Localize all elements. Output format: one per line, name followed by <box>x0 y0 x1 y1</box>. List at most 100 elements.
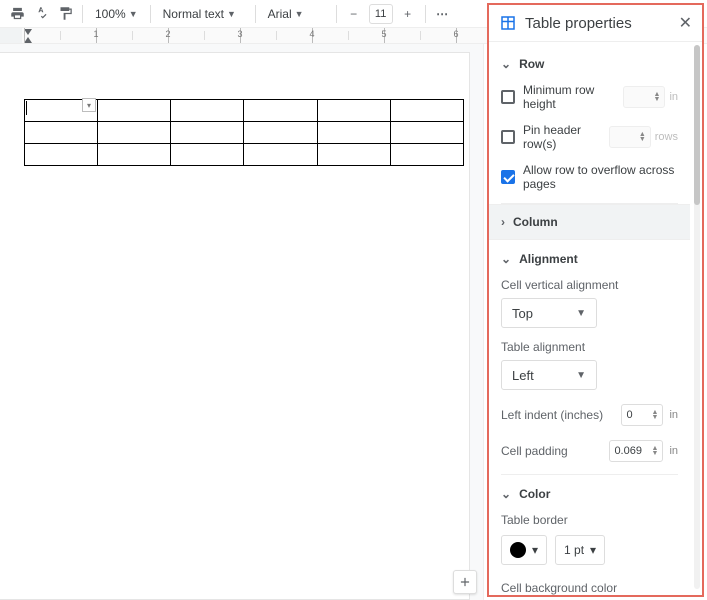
pin-header-checkbox[interactable] <box>501 130 515 144</box>
min-height-stepper[interactable]: ▲▼ <box>623 86 665 108</box>
decrease-font-size-button[interactable]: − <box>343 3 365 25</box>
table-cell[interactable] <box>98 100 171 122</box>
paragraph-style-combo[interactable]: Normal text ▼ <box>157 3 249 25</box>
section-column-title: Column <box>513 215 558 229</box>
row-min-height: Minimum row height ▲▼ in <box>501 83 678 111</box>
table-cell[interactable] <box>317 144 390 166</box>
section-color: ⌄ Color Table border ▾ 1 pt ▾ Cell backg… <box>501 475 678 595</box>
table-cell[interactable] <box>171 144 244 166</box>
cell-padding-value: 0.069 <box>614 445 642 457</box>
table-row[interactable] <box>25 144 464 166</box>
chevron-down-icon: ⌄ <box>501 57 511 71</box>
ruler-tick-minor <box>348 31 349 40</box>
table-cell[interactable] <box>98 122 171 144</box>
table-alignment-select[interactable]: Left ▼ <box>501 360 597 390</box>
table-properties-panel: Table properties ✕ ⌄ Row Minimum row hei… <box>487 3 704 597</box>
font-size-stepper: − 11 + <box>343 3 419 25</box>
table-alignment-value: Left <box>512 368 534 383</box>
section-alignment-title: Alignment <box>519 252 578 266</box>
pin-header-stepper[interactable]: ▲▼ <box>609 126 651 148</box>
section-column-header[interactable]: › Column <box>489 204 690 240</box>
table-cell[interactable] <box>25 144 98 166</box>
chevron-right-icon: › <box>501 215 505 229</box>
table-cell[interactable] <box>390 100 463 122</box>
chevron-down-icon: ⌄ <box>501 252 511 266</box>
section-alignment-header[interactable]: ⌄ Alignment <box>501 252 678 266</box>
border-color-button[interactable]: ▾ <box>501 535 547 565</box>
table-cell[interactable] <box>244 144 317 166</box>
text-caret <box>26 101 27 115</box>
min-height-label: Minimum row height <box>523 83 615 111</box>
left-indent-label: Left indent (inches) <box>501 408 603 422</box>
table-alignment-label: Table alignment <box>501 340 678 354</box>
left-indent-stepper[interactable]: 0 ▲▼ <box>621 404 663 426</box>
zoom-combo[interactable]: 100% ▼ <box>89 3 144 25</box>
toolbar-separator <box>336 5 337 23</box>
table-cell[interactable] <box>98 144 171 166</box>
font-value: Arial <box>268 7 292 21</box>
table-border-label: Table border <box>501 513 678 527</box>
font-size-value[interactable]: 11 <box>369 4 393 24</box>
table-cell-handle[interactable]: ▾ <box>82 98 96 112</box>
table-cell[interactable] <box>317 100 390 122</box>
border-width-value: 1 pt <box>564 543 584 557</box>
table-cell[interactable] <box>171 100 244 122</box>
section-row-header[interactable]: ⌄ Row <box>501 57 678 71</box>
table-cell[interactable] <box>390 122 463 144</box>
left-indent-unit: in <box>669 409 678 421</box>
section-alignment: ⌄ Alignment Cell vertical alignment Top … <box>501 240 678 475</box>
cell-vertical-alignment-label: Cell vertical alignment <box>501 278 678 292</box>
spellcheck-icon[interactable] <box>30 3 52 25</box>
table-cell[interactable] <box>171 122 244 144</box>
ruler-tick-minor <box>276 31 277 40</box>
border-width-button[interactable]: 1 pt ▾ <box>555 535 605 565</box>
cell-padding-row: Cell padding 0.069 ▲▼ in <box>501 440 678 462</box>
chevron-down-icon: ▼ <box>129 9 138 19</box>
paint-format-icon[interactable] <box>54 3 76 25</box>
section-row-title: Row <box>519 57 544 71</box>
table-cell[interactable] <box>317 122 390 144</box>
ruler-tick <box>24 28 25 43</box>
increase-font-size-button[interactable]: + <box>397 3 419 25</box>
table-cell[interactable] <box>25 122 98 144</box>
ruler-label: 6 <box>453 29 458 39</box>
toolbar-separator <box>255 5 256 23</box>
font-combo[interactable]: Arial ▼ <box>262 3 330 25</box>
ruler-tick-minor <box>60 31 61 40</box>
panel-scrollbar[interactable] <box>694 45 700 589</box>
cell-padding-stepper[interactable]: 0.069 ▲▼ <box>609 440 663 462</box>
ruler-label: 4 <box>309 29 314 39</box>
table-cell[interactable] <box>244 122 317 144</box>
document-page[interactable]: ▾ <box>0 52 470 600</box>
section-color-header[interactable]: ⌄ Color <box>501 487 678 501</box>
left-indent-marker[interactable] <box>24 37 32 43</box>
scrollbar-thumb[interactable] <box>694 45 700 205</box>
left-indent-value: 0 <box>626 409 632 421</box>
chevron-down-icon: ▾ <box>590 543 596 557</box>
ruler-label: 2 <box>165 29 170 39</box>
more-toolbar-button[interactable]: ⋯ <box>432 3 454 25</box>
explore-button[interactable] <box>453 570 477 594</box>
print-icon[interactable] <box>6 3 28 25</box>
first-line-indent-marker[interactable] <box>24 29 32 35</box>
table-row[interactable] <box>25 122 464 144</box>
overflow-checkbox[interactable] <box>501 170 515 184</box>
paragraph-style-value: Normal text <box>163 7 224 21</box>
table-cell[interactable] <box>390 144 463 166</box>
document-table[interactable]: ▾ <box>24 99 464 166</box>
table-cell[interactable] <box>244 100 317 122</box>
close-icon[interactable]: ✕ <box>679 13 692 33</box>
chevron-down-icon: ▼ <box>576 308 586 319</box>
zoom-value: 100% <box>95 7 126 21</box>
min-height-checkbox[interactable] <box>501 90 515 104</box>
ruler-tick-minor <box>204 31 205 40</box>
cell-vertical-alignment-select[interactable]: Top ▼ <box>501 298 597 328</box>
row-overflow: Allow row to overflow across pages <box>501 163 678 191</box>
chevron-down-icon: ⌄ <box>501 487 511 501</box>
ruler-label: 3 <box>237 29 242 39</box>
ruler-margin <box>0 28 22 43</box>
cell-vertical-alignment-value: Top <box>512 306 533 321</box>
chevron-down-icon: ▼ <box>295 9 304 19</box>
chevron-down-icon: ▾ <box>532 543 538 557</box>
ruler-tick-minor <box>420 31 421 40</box>
